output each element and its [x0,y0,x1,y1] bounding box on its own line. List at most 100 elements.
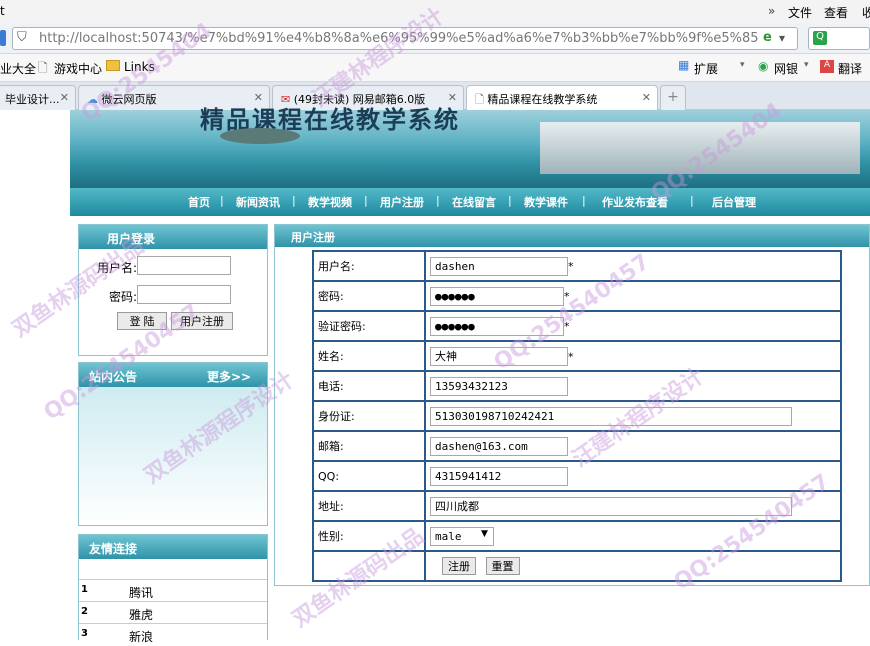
cloud-icon: ☁ [87,93,98,106]
new-tab-button[interactable]: + [660,85,686,110]
password-label: 密码: [109,290,138,304]
close-icon[interactable]: ✕ [60,91,69,104]
nav-separator: | [582,194,586,207]
favorites-bar: 业大全 🗋 游戏中心 Links ▦ 扩展 ▾ ◉ 网银 ▾ A 翻译 [0,54,870,82]
id-card-input[interactable] [430,406,792,426]
shield-icon: ⛉ [17,30,27,45]
field-cell: * [424,250,842,282]
nav-news[interactable]: 新闻资讯 [236,194,280,210]
field-cell: * [424,310,842,342]
sidebar-register-button[interactable]: 用户注册 [171,312,233,330]
password-input[interactable] [430,286,564,306]
folder-icon [106,60,120,71]
chevron-down-icon[interactable]: ▾ [779,31,785,45]
ie-mode-icon[interactable]: e [763,30,772,45]
tab-label: 精品课程在线教学系统 [487,93,598,106]
phone-input[interactable] [430,376,568,396]
link-number: 1 [81,584,88,595]
notice-more-link[interactable]: 更多>> [207,368,251,385]
nav-register[interactable]: 用户注册 [380,194,424,210]
chevron-down-icon[interactable]: ▼ [481,529,488,539]
field-cell [424,460,842,492]
friend-link[interactable]: 雅虎 [129,606,153,623]
friend-links-title: 友情连接 [79,535,267,559]
confirm-password-input[interactable] [430,316,564,336]
tab-label: 毕业设计... [5,93,60,106]
link-number: 2 [81,606,88,617]
table-row: 身份证: [312,400,842,432]
gender-value: male [435,529,462,543]
name-input[interactable] [430,346,568,366]
nav-videos[interactable]: 教学视频 [308,194,352,210]
reset-button[interactable]: 重置 [485,557,520,575]
notice-panel-title: 站内公告 [89,370,138,384]
nav-messages[interactable]: 在线留言 [452,194,496,210]
field-cell [424,370,842,402]
field-label: 身份证: [312,400,426,432]
address-bar[interactable]: ⛉ http://localhost:50743/%e7%bd%91%e4%b8… [12,27,798,50]
menu-overflow[interactable]: 收 [862,4,870,21]
close-icon[interactable]: ✕ [642,91,651,104]
chevron-down-icon[interactable]: ▾ [804,60,809,70]
notice-panel: 站内公告 更多>> [78,362,268,526]
search-icon[interactable]: Q [813,31,827,45]
field-label: 电话: [312,370,426,402]
favorite-item[interactable]: 业大全 [0,60,36,77]
list-item: 2 雅虎 [79,602,267,624]
favorite-item[interactable]: 游戏中心 [54,60,102,77]
back-icon[interactable] [0,30,6,46]
username-input[interactable] [430,256,568,276]
login-username-input[interactable] [137,256,231,275]
favorite-item[interactable]: Links [124,60,155,74]
login-panel: 用户登录 用户名: 密码: 登 陆 用户注册 [78,224,268,356]
table-row: 姓名: * [312,340,842,372]
banner-building-image [540,122,860,174]
login-button[interactable]: 登 陆 [117,312,167,330]
address-input[interactable] [430,496,792,516]
field-label: 性别: [312,520,426,552]
friend-links-panel: 友情连接 1 腾讯 2 雅虎 3 新浪 [78,534,268,644]
bank-icon: ◉ [758,59,769,73]
required-mark: * [568,350,574,363]
login-password-input[interactable] [137,285,231,304]
bank-button[interactable]: 网银 [774,60,798,77]
table-row: 性别: male ▼ [312,520,842,552]
search-box[interactable]: Q [808,27,870,50]
field-label: 邮箱: [312,430,426,462]
field-label: 密码: [312,280,426,312]
tab-course-system[interactable]: 🗋 精品课程在线教学系统 ✕ [466,85,658,110]
page-icon: 🗋 [38,61,48,75]
page-icon: 🗋 [475,93,484,106]
field-cell [424,430,842,462]
field-cell: * [424,280,842,312]
email-field[interactable] [430,436,568,456]
nav-separator: | [292,194,296,207]
menu-more-button[interactable]: » [768,4,775,18]
banner-island-image [220,128,300,144]
table-row: 地址: [312,490,842,522]
table-row: 密码: * [312,280,842,312]
submit-register-button[interactable]: 注册 [442,557,476,575]
gender-select[interactable]: male ▼ [430,526,494,546]
form-actions: 注册 重置 [424,550,842,582]
chevron-down-icon[interactable]: ▾ [740,60,745,70]
table-row: QQ: [312,460,842,492]
nav-admin[interactable]: 后台管理 [712,194,756,210]
menu-file[interactable]: 文件 [788,4,812,21]
field-cell [424,490,842,522]
nav-home[interactable]: 首页 [188,194,210,210]
friend-link[interactable]: 新浪 [129,628,153,645]
tab-graduation[interactable]: 毕业设计... ✕ [0,85,76,110]
table-row: 电话: [312,370,842,402]
nav-courseware[interactable]: 教学课件 [524,194,568,210]
friend-link[interactable]: 腾讯 [129,584,153,601]
translate-button[interactable]: 翻译 [838,60,862,77]
qq-input[interactable] [430,466,568,486]
menu-view[interactable]: 查看 [824,4,848,21]
nav-separator: | [436,194,440,207]
url-text[interactable]: http://localhost:50743/%e7%bd%91%e4%b8%8… [39,31,759,46]
nav-separator: | [364,194,368,207]
field-label: QQ: [312,460,426,492]
nav-homework[interactable]: 作业发布查看 [602,194,668,210]
extensions-button[interactable]: 扩展 [694,60,718,77]
